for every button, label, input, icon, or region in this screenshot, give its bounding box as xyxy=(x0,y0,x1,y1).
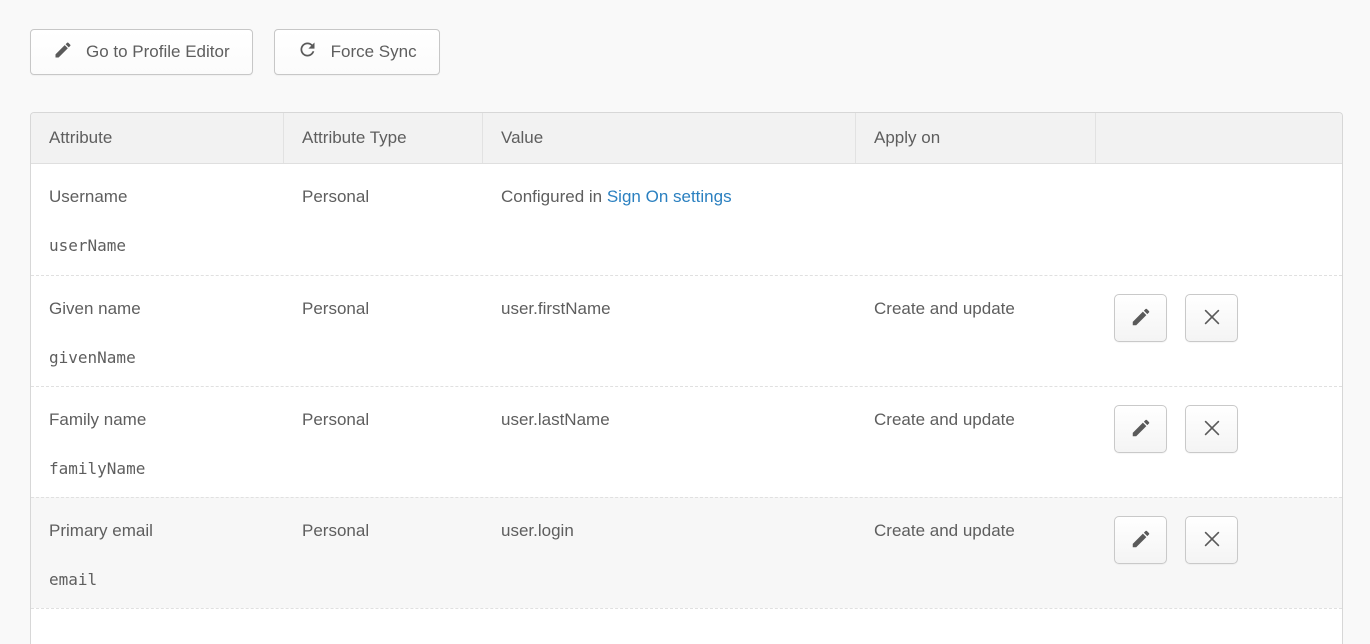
edit-attribute-button[interactable] xyxy=(1114,294,1167,342)
close-icon xyxy=(1201,306,1223,331)
apply-on-cell: Create and update xyxy=(856,498,1096,608)
go-to-profile-editor-button[interactable]: Go to Profile Editor xyxy=(30,29,253,75)
attribute-type-cell: Personal xyxy=(284,387,483,497)
table-row: Username userName Personal Configured in… xyxy=(31,164,1342,275)
table-row: Primary email email Personal user.login … xyxy=(31,497,1342,608)
header-actions xyxy=(1096,113,1342,163)
force-sync-button[interactable]: Force Sync xyxy=(274,29,440,75)
actions-cell xyxy=(1096,276,1342,386)
header-value: Value xyxy=(483,113,856,163)
delete-attribute-button[interactable] xyxy=(1185,516,1238,564)
header-apply-on: Apply on xyxy=(856,113,1096,163)
attribute-label: Username xyxy=(49,185,266,208)
table-row: Given name givenName Personal user.first… xyxy=(31,275,1342,386)
edit-attribute-button[interactable] xyxy=(1114,405,1167,453)
header-attribute-type: Attribute Type xyxy=(284,113,483,163)
attribute-type-cell: Personal xyxy=(284,498,483,608)
attribute-cell: Username userName xyxy=(31,164,284,275)
attribute-cell: Primary email email xyxy=(31,498,284,608)
attribute-variable-name: email xyxy=(49,568,266,591)
actions-cell xyxy=(1096,498,1342,608)
table-row: Family name familyName Personal user.las… xyxy=(31,386,1342,497)
attribute-cell: Family name familyName xyxy=(31,387,284,497)
close-icon xyxy=(1201,528,1223,553)
value-cell: user.firstName xyxy=(483,276,856,386)
actions-cell xyxy=(1096,164,1342,275)
value-cell: Configured in Sign On settings xyxy=(483,164,856,275)
pencil-icon xyxy=(1130,306,1152,331)
toolbar: Go to Profile Editor Force Sync xyxy=(0,0,1370,75)
force-sync-label: Force Sync xyxy=(331,42,417,62)
value-cell: user.lastName xyxy=(483,387,856,497)
pencil-icon xyxy=(53,40,73,65)
pencil-icon xyxy=(1130,417,1152,442)
close-icon xyxy=(1201,417,1223,442)
attribute-variable-name: familyName xyxy=(49,457,266,480)
delete-attribute-button[interactable] xyxy=(1185,294,1238,342)
attribute-label: Given name xyxy=(49,297,266,320)
sign-on-settings-link[interactable]: Sign On settings xyxy=(607,187,732,206)
actions-cell xyxy=(1096,387,1342,497)
apply-on-cell xyxy=(856,164,1096,275)
partial-next-row xyxy=(31,608,1342,644)
go-to-profile-editor-label: Go to Profile Editor xyxy=(86,42,230,62)
refresh-icon xyxy=(297,39,318,65)
attribute-mapping-table: Attribute Attribute Type Value Apply on … xyxy=(30,112,1343,644)
attribute-label: Primary email xyxy=(49,519,266,542)
attribute-label: Family name xyxy=(49,408,266,431)
attribute-type-cell: Personal xyxy=(284,276,483,386)
value-prefix-text: Configured in xyxy=(501,187,607,206)
attribute-cell: Given name givenName xyxy=(31,276,284,386)
attribute-variable-name: givenName xyxy=(49,346,266,369)
delete-attribute-button[interactable] xyxy=(1185,405,1238,453)
edit-attribute-button[interactable] xyxy=(1114,516,1167,564)
header-attribute: Attribute xyxy=(31,113,284,163)
apply-on-cell: Create and update xyxy=(856,276,1096,386)
attribute-type-cell: Personal xyxy=(284,164,483,275)
table-header-row: Attribute Attribute Type Value Apply on xyxy=(31,113,1342,164)
apply-on-cell: Create and update xyxy=(856,387,1096,497)
pencil-icon xyxy=(1130,528,1152,553)
value-cell: user.login xyxy=(483,498,856,608)
attribute-variable-name: userName xyxy=(49,234,266,257)
